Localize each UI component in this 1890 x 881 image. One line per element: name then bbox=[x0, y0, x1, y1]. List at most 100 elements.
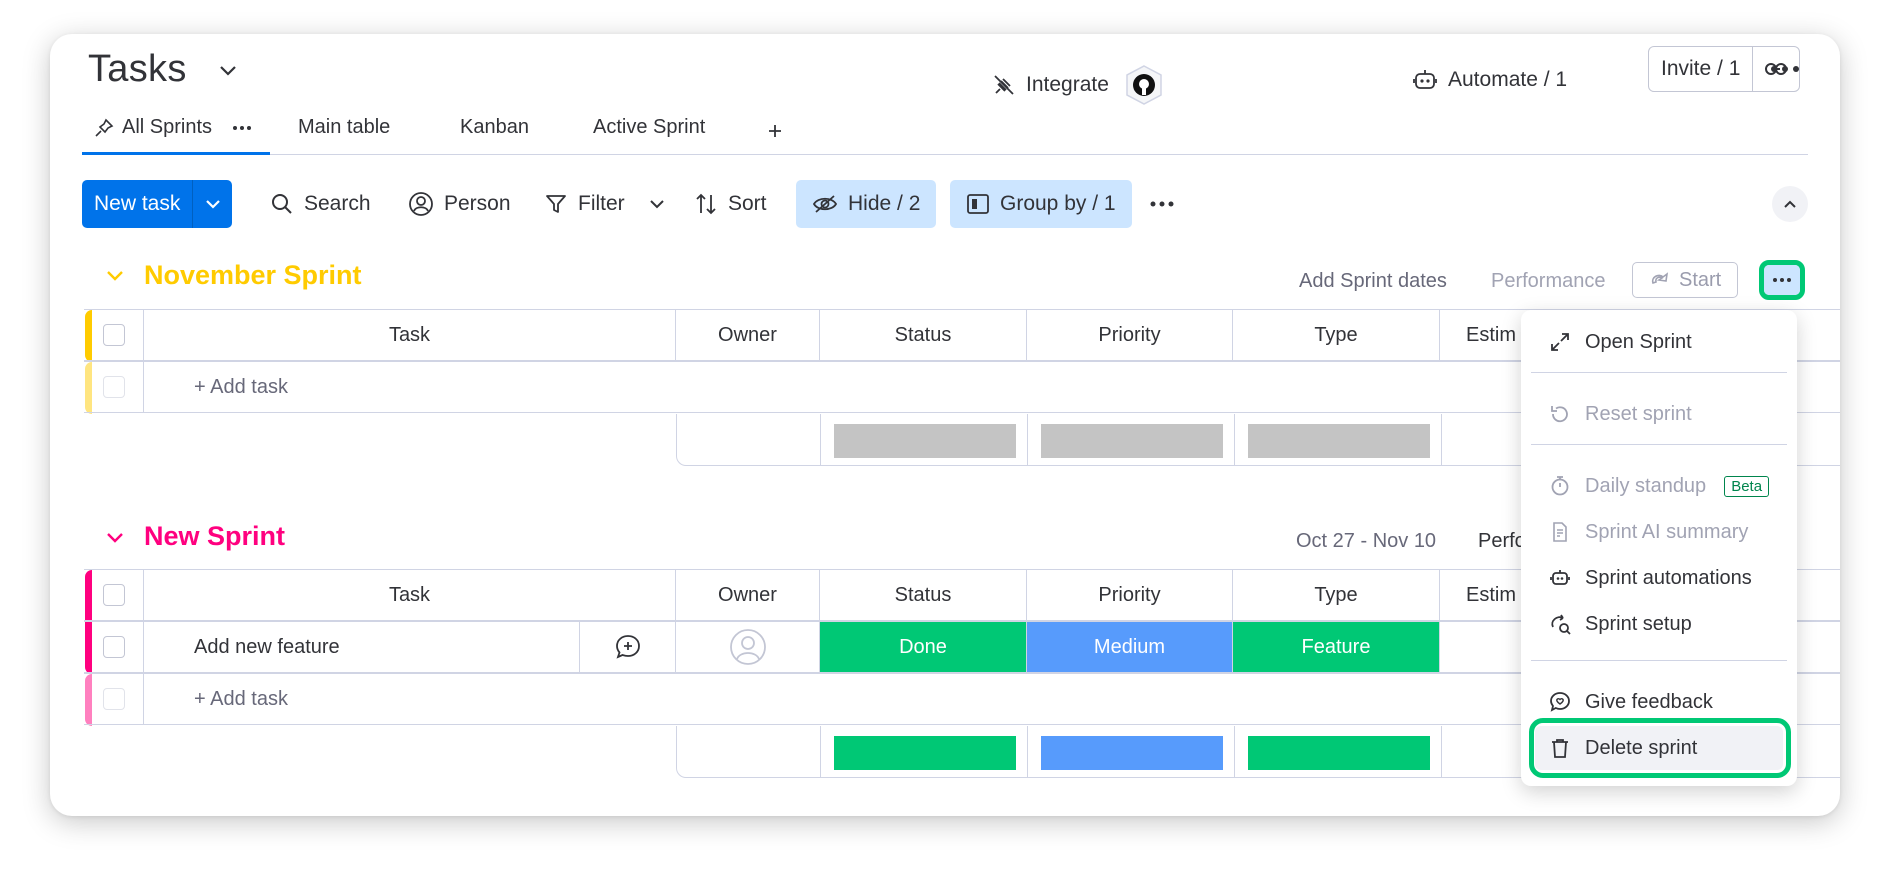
menu-sprint-automations[interactable]: Sprint automations bbox=[1521, 556, 1797, 600]
robot-icon bbox=[1549, 567, 1571, 589]
column-header-priority[interactable]: Priority bbox=[1027, 569, 1233, 621]
summary-priority-bar[interactable] bbox=[1041, 736, 1223, 770]
row-checkbox bbox=[102, 688, 125, 710]
group-by-label: Group by / 1 bbox=[1000, 192, 1116, 215]
sort-button[interactable]: Sort bbox=[694, 180, 767, 228]
column-header-type[interactable]: Type bbox=[1233, 569, 1440, 621]
checkbox-cell[interactable] bbox=[84, 621, 144, 673]
person-icon bbox=[408, 191, 434, 217]
search-button[interactable]: Search bbox=[270, 180, 371, 228]
title-chevron-icon[interactable] bbox=[218, 64, 238, 78]
reset-icon bbox=[1549, 403, 1571, 425]
add-task-label: + Add task bbox=[194, 375, 288, 398]
performance-button[interactable]: Performance bbox=[1491, 270, 1606, 293]
column-header-task[interactable]: Task bbox=[144, 569, 676, 621]
beta-badge: Beta bbox=[1724, 475, 1770, 497]
type-cell[interactable]: Feature bbox=[1233, 621, 1440, 673]
new-task-button[interactable]: New task bbox=[82, 180, 233, 228]
start-sprint-button[interactable]: Start bbox=[1632, 262, 1739, 298]
tab-label: Main table bbox=[298, 116, 391, 138]
column-header-status[interactable]: Status bbox=[820, 569, 1027, 621]
stopwatch-icon bbox=[1549, 475, 1571, 497]
automate-label: Automate / 1 bbox=[1448, 68, 1568, 91]
menu-divider bbox=[1531, 444, 1787, 445]
sprint-dates[interactable]: Oct 27 - Nov 10 bbox=[1296, 530, 1436, 553]
menu-open-sprint[interactable]: Open Sprint bbox=[1521, 320, 1797, 364]
board-title[interactable]: Tasks bbox=[88, 48, 187, 91]
tab-label: Kanban bbox=[460, 116, 529, 138]
row-checkbox[interactable] bbox=[102, 636, 125, 658]
tab-options-icon[interactable] bbox=[232, 125, 252, 131]
collapse-group-icon[interactable] bbox=[106, 532, 124, 544]
group-by-button[interactable]: Group by / 1 bbox=[950, 180, 1132, 228]
person-label: Person bbox=[444, 192, 511, 215]
summary-status-bar[interactable] bbox=[834, 736, 1016, 770]
collapse-toolbar-button[interactable] bbox=[1772, 186, 1808, 222]
summary-divider bbox=[1234, 414, 1235, 466]
tab-active-sprint[interactable]: Active Sprint bbox=[593, 116, 705, 139]
select-all-checkbox[interactable] bbox=[102, 584, 125, 606]
summary-type-bar[interactable] bbox=[1248, 424, 1430, 458]
group-options-button[interactable] bbox=[1764, 265, 1800, 295]
chevron-up-icon bbox=[1783, 199, 1797, 209]
filter-button[interactable]: Filter bbox=[544, 180, 665, 228]
new-task-dropdown[interactable] bbox=[192, 180, 232, 228]
add-view-icon[interactable] bbox=[766, 122, 784, 140]
column-header-type[interactable]: Type bbox=[1233, 309, 1440, 361]
group-title[interactable]: New Sprint bbox=[144, 521, 285, 552]
tab-main-table[interactable]: Main table bbox=[298, 116, 390, 139]
more-icon bbox=[1772, 277, 1792, 283]
group-title[interactable]: November Sprint bbox=[144, 260, 362, 291]
person-filter-button[interactable]: Person bbox=[408, 180, 511, 228]
type-label: Feature bbox=[1301, 635, 1371, 658]
active-tab-indicator bbox=[82, 152, 270, 155]
sort-label: Sort bbox=[728, 192, 767, 215]
status-label: Done bbox=[899, 635, 947, 658]
tab-label: Active Sprint bbox=[593, 116, 706, 138]
updates-cell[interactable] bbox=[580, 621, 676, 673]
task-name-cell[interactable]: Add new feature bbox=[144, 621, 580, 673]
column-header-owner[interactable]: Owner bbox=[676, 309, 820, 361]
column-header-status[interactable]: Status bbox=[820, 309, 1027, 361]
hide-columns-button[interactable]: Hide / 2 bbox=[796, 180, 937, 228]
summary-priority-bar[interactable] bbox=[1041, 424, 1223, 458]
tab-kanban[interactable]: Kanban bbox=[460, 116, 529, 139]
summary-status-bar[interactable] bbox=[834, 424, 1016, 458]
filter-label: Filter bbox=[578, 192, 625, 215]
tab-all-sprints[interactable]: All Sprints bbox=[94, 116, 252, 139]
more-options-icon[interactable] bbox=[1770, 64, 1800, 74]
menu-daily-standup: Daily standup Beta bbox=[1521, 464, 1797, 508]
owner-cell[interactable] bbox=[676, 621, 820, 673]
add-sprint-dates-button[interactable]: Add Sprint dates bbox=[1299, 270, 1447, 293]
summary-divider bbox=[820, 726, 821, 778]
summary-divider bbox=[820, 414, 821, 466]
menu-sprint-setup[interactable]: Sprint setup bbox=[1521, 602, 1797, 646]
avatar[interactable] bbox=[729, 628, 767, 666]
status-cell[interactable]: Done bbox=[820, 621, 1027, 673]
menu-label: Sprint AI summary bbox=[1585, 520, 1749, 543]
toolbar-more-icon[interactable] bbox=[1150, 201, 1174, 207]
filter-icon bbox=[544, 192, 568, 216]
github-icon bbox=[1123, 64, 1165, 106]
select-all-checkbox[interactable] bbox=[102, 324, 125, 346]
priority-cell[interactable]: Medium bbox=[1027, 621, 1233, 673]
task-name: Add new feature bbox=[194, 635, 340, 658]
summary-type-bar[interactable] bbox=[1248, 736, 1430, 770]
menu-divider bbox=[1531, 660, 1787, 661]
add-update-icon[interactable] bbox=[614, 633, 642, 661]
chevron-down-icon[interactable] bbox=[649, 199, 665, 209]
chevron-down-icon bbox=[205, 199, 221, 209]
select-all-cell[interactable] bbox=[84, 569, 144, 621]
collapse-group-icon[interactable] bbox=[106, 270, 124, 282]
automate-button[interactable]: Automate / 1 bbox=[1412, 68, 1567, 92]
integrate-label: Integrate bbox=[1026, 73, 1109, 96]
select-all-cell[interactable] bbox=[84, 309, 144, 361]
performance-button[interactable]: Perfo bbox=[1478, 530, 1526, 553]
menu-reset-sprint: Reset sprint bbox=[1521, 392, 1797, 436]
integrate-button[interactable]: Integrate bbox=[992, 64, 1165, 106]
column-header-owner[interactable]: Owner bbox=[676, 569, 820, 621]
invite-button[interactable]: Invite / 1 bbox=[1649, 47, 1754, 91]
setup-icon bbox=[1549, 613, 1571, 635]
column-header-task[interactable]: Task bbox=[144, 309, 676, 361]
column-header-priority[interactable]: Priority bbox=[1027, 309, 1233, 361]
